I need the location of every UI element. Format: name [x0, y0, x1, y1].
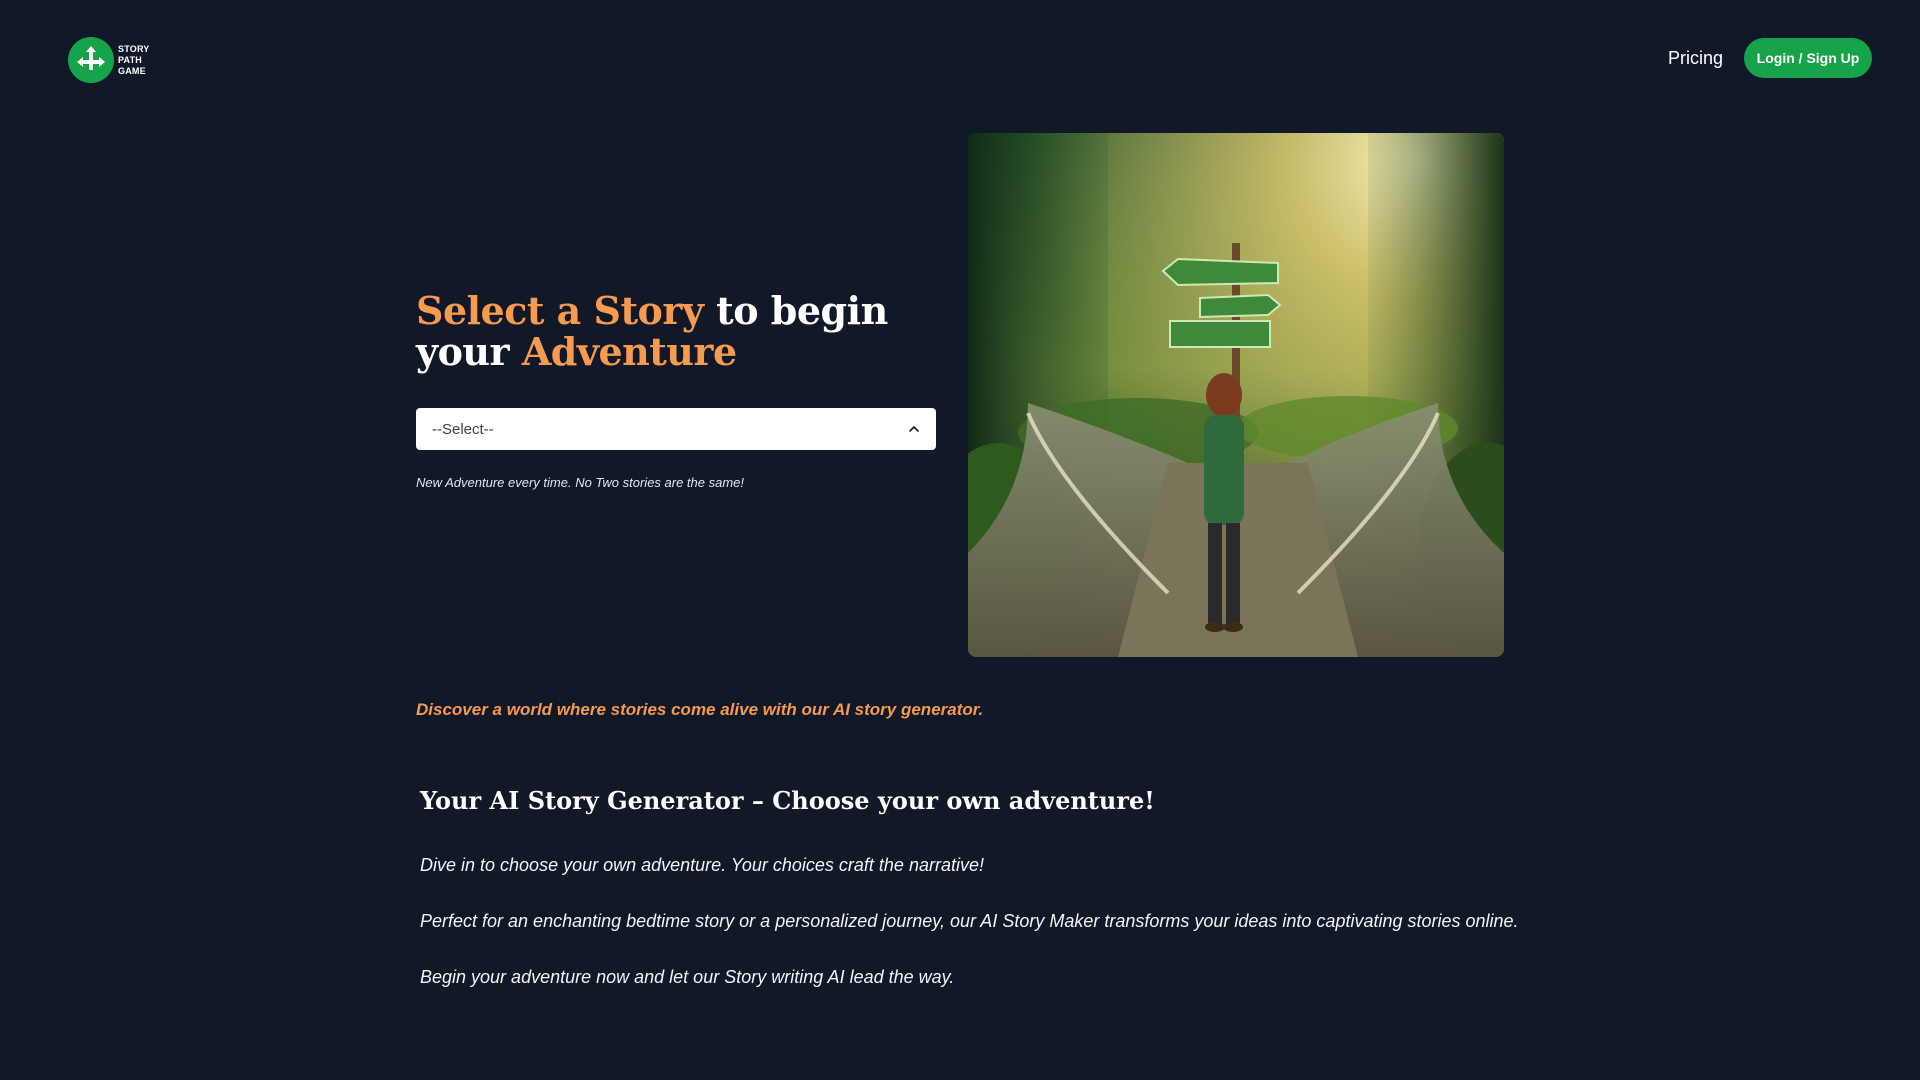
hero-title-accent-2: Adventure: [521, 329, 737, 374]
content-paragraph-2: Perfect for an enchanting bedtime story …: [420, 911, 1519, 931]
logo-line-2: PATH: [118, 54, 142, 65]
story-select-value: --Select--: [432, 420, 494, 438]
content-paragraph-1: Dive in to choose your own adventure. Yo…: [420, 855, 984, 875]
logo-text: STORY PATH GAME: [118, 44, 150, 77]
crossroads-arrows-icon: [68, 37, 114, 83]
logo-line-3: GAME: [118, 65, 146, 76]
hero-tagline: New Adventure every time. No Two stories…: [416, 475, 745, 490]
content-paragraph-3: Begin your adventure now and let our Sto…: [420, 967, 955, 987]
story-select-dropdown[interactable]: --Select--: [416, 408, 936, 450]
hero-title-accent-1: Select a Story: [416, 288, 704, 333]
hero-image-crossroads: [968, 133, 1504, 657]
logo-line-1: STORY: [118, 43, 150, 54]
page: STORY PATH GAME Pricing Login / Sign Up …: [0, 0, 1920, 1080]
nav-pricing-link[interactable]: Pricing: [1668, 44, 1723, 72]
hero-title: Select a Story to begin your Adventure: [416, 290, 946, 372]
section-heading: Your AI Story Generator – Choose your ow…: [420, 786, 1155, 815]
chevron-up-icon: [909, 426, 919, 432]
logo[interactable]: STORY PATH GAME: [68, 37, 150, 83]
discover-text: Discover a world where stories come aliv…: [416, 700, 984, 719]
login-signup-button[interactable]: Login / Sign Up: [1744, 38, 1872, 78]
